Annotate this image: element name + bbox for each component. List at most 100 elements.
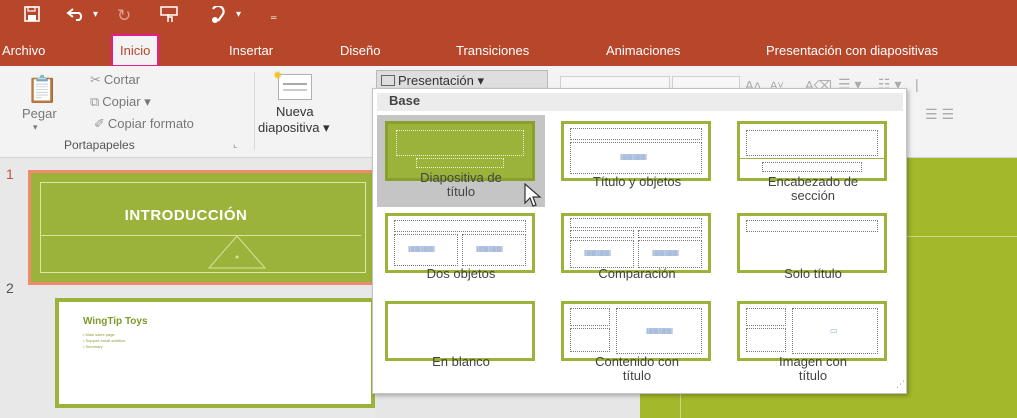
tab-archivo[interactable]: Archivo	[2, 43, 45, 58]
placeholder	[570, 308, 610, 326]
layout-caption: Contenido con título	[595, 354, 679, 383]
content-icons: ▦▦▦▦	[620, 152, 647, 161]
copy-format-button[interactable]: ✐ Copiar formato	[94, 116, 194, 132]
slide-1-title: INTRODUCCIÓN	[124, 207, 248, 224]
layout-two-content[interactable]: ▦▦▦▦ ▦▦▦▦ Dos objetos	[377, 207, 545, 299]
layout-caption: Dos objetos	[426, 266, 496, 281]
layout-caption: Diapositiva de título	[420, 170, 502, 199]
paste-button[interactable]: Pegar	[22, 106, 57, 121]
layout-preview: ▦▦▦▦ ▦▦▦▦	[561, 213, 711, 273]
customize-toolbar-icon[interactable]: ₌	[270, 7, 277, 24]
content-icons: ▦▦▦▦	[584, 248, 611, 257]
layout-caption: Imagen con título	[779, 354, 847, 383]
layout-icon	[381, 75, 395, 86]
brush-icon: ✐	[94, 116, 105, 131]
slide-2-bullet: • Support email addition	[83, 338, 126, 343]
layout-content-caption[interactable]: ▦▦▦▦ Contenido con título	[553, 295, 721, 387]
cut-button[interactable]: ✂ Cortar	[90, 72, 140, 88]
redo-icon[interactable]: ↻	[117, 6, 131, 26]
layout-section-header[interactable]: Encabezado de sección	[729, 115, 897, 207]
slide-thumbnails-pane: 1 INTRODUCCIÓN 2 WingTip Toys • Main sal…	[0, 158, 378, 418]
tab-transiciones[interactable]: Transiciones	[456, 43, 529, 58]
placeholder	[746, 220, 878, 232]
scissors-icon: ✂	[90, 72, 101, 87]
layout-preview	[737, 121, 887, 181]
layout-title-content[interactable]: ▦▦▦▦ Título y objetos	[553, 115, 721, 207]
slide-2-bullet: • Main sales page	[83, 332, 115, 337]
content-icons: ▦▦▦▦	[646, 326, 673, 335]
content-icons: ▦▦▦▦	[408, 244, 435, 253]
layout-preview	[737, 213, 887, 273]
tab-presentacion[interactable]: Presentación con diapositivas	[766, 43, 938, 58]
new-slide-label[interactable]: Nueva	[276, 104, 314, 119]
slide-2-bullet: • Summary	[83, 344, 103, 349]
layout-preview: ▦▦▦▦ ▦▦▦▦	[385, 213, 535, 273]
slide-number-2: 2	[6, 280, 14, 296]
tab-insertar[interactable]: Insertar	[229, 43, 273, 58]
copy-button[interactable]: ⧉ Copiar ▾	[90, 94, 151, 110]
placeholder	[746, 328, 786, 352]
undo-icon[interactable]	[66, 6, 86, 26]
placeholder	[570, 128, 702, 140]
align-icon[interactable]: ☰ ☰	[925, 106, 954, 123]
placeholder	[762, 162, 862, 172]
slide-2-title: WingTip Toys	[83, 316, 148, 327]
ribbon-tabs: Archivo Inicio Insertar Diseño Transicio…	[0, 34, 1017, 67]
gallery-header: Base	[377, 93, 903, 111]
content-icons: ▦▦▦▦	[476, 244, 503, 253]
paste-icon[interactable]: 📋	[26, 74, 58, 105]
undo-dropdown-icon[interactable]: ▾	[93, 9, 98, 20]
layout-preview: ▦▦▦▦	[561, 121, 711, 181]
resize-grip-icon[interactable]: ⋰	[896, 379, 905, 390]
layout-preview	[385, 301, 535, 361]
placeholder	[746, 308, 786, 326]
layout-caption: Comparación	[598, 266, 676, 281]
clipboard-group-label: Portapapeles	[64, 138, 135, 152]
format-painter-icon[interactable]	[210, 4, 226, 29]
tab-animaciones[interactable]: Animaciones	[606, 43, 680, 58]
accent-line	[740, 158, 884, 159]
tab-inicio[interactable]: Inicio	[111, 34, 160, 67]
group-separator	[254, 72, 255, 150]
layout-preview: ▭	[737, 301, 887, 361]
placeholder	[570, 230, 634, 238]
customize-dropdown-icon[interactable]: ▾	[236, 9, 241, 20]
slide-number-1: 1	[6, 166, 14, 182]
placeholder	[570, 328, 610, 352]
tab-diseno[interactable]: Diseño	[340, 43, 380, 58]
layout-picture-caption[interactable]: ▭ Imagen con título	[729, 295, 897, 387]
save-icon[interactable]	[24, 6, 40, 27]
indent-icon[interactable]: |	[915, 76, 919, 92]
dialog-launcher-icon[interactable]: ⌞	[233, 139, 237, 150]
layout-blank[interactable]: En blanco	[377, 295, 545, 387]
layout-title-only[interactable]: Solo título	[729, 207, 897, 299]
copy-icon: ⧉	[90, 94, 100, 109]
slide-thumbnail-1[interactable]: INTRODUCCIÓN	[28, 170, 378, 285]
new-slide-icon[interactable]: ✹	[273, 70, 312, 100]
placeholder	[396, 130, 524, 156]
layout-gallery: Base Diapositiva de título ▦▦▦▦ Título y …	[372, 88, 907, 394]
title-bar: ▾ ↻ ▾ ₌	[0, 0, 1017, 34]
slide-frame	[40, 182, 366, 273]
mouse-cursor-icon	[524, 183, 542, 207]
placeholder	[416, 158, 504, 168]
new-slide-label-2[interactable]: diapositiva ▾	[258, 120, 330, 136]
layout-caption: Encabezado de sección	[767, 174, 859, 203]
placeholder	[394, 220, 526, 232]
placeholder	[570, 218, 702, 228]
triangle-decoration	[207, 235, 267, 269]
layout-caption: Título y objetos	[592, 174, 682, 189]
layout-preview: ▦▦▦▦	[561, 301, 711, 361]
layout-caption: En blanco	[432, 354, 490, 369]
layout-caption: Solo título	[784, 266, 842, 281]
placeholder	[638, 230, 702, 238]
content-icons: ▦▦▦▦	[652, 248, 679, 257]
slide-thumbnail-2[interactable]: WingTip Toys • Main sales page • Support…	[55, 298, 375, 408]
touch-mode-icon[interactable]	[160, 6, 178, 29]
layout-title-slide[interactable]: Diapositiva de título	[377, 115, 545, 207]
paste-dropdown-icon[interactable]: ▾	[33, 122, 38, 133]
layout-comparison[interactable]: ▦▦▦▦ ▦▦▦▦ Comparación	[553, 207, 721, 299]
placeholder	[746, 130, 878, 156]
slide-divider	[41, 235, 361, 236]
picture-icon: ▭	[830, 326, 838, 335]
